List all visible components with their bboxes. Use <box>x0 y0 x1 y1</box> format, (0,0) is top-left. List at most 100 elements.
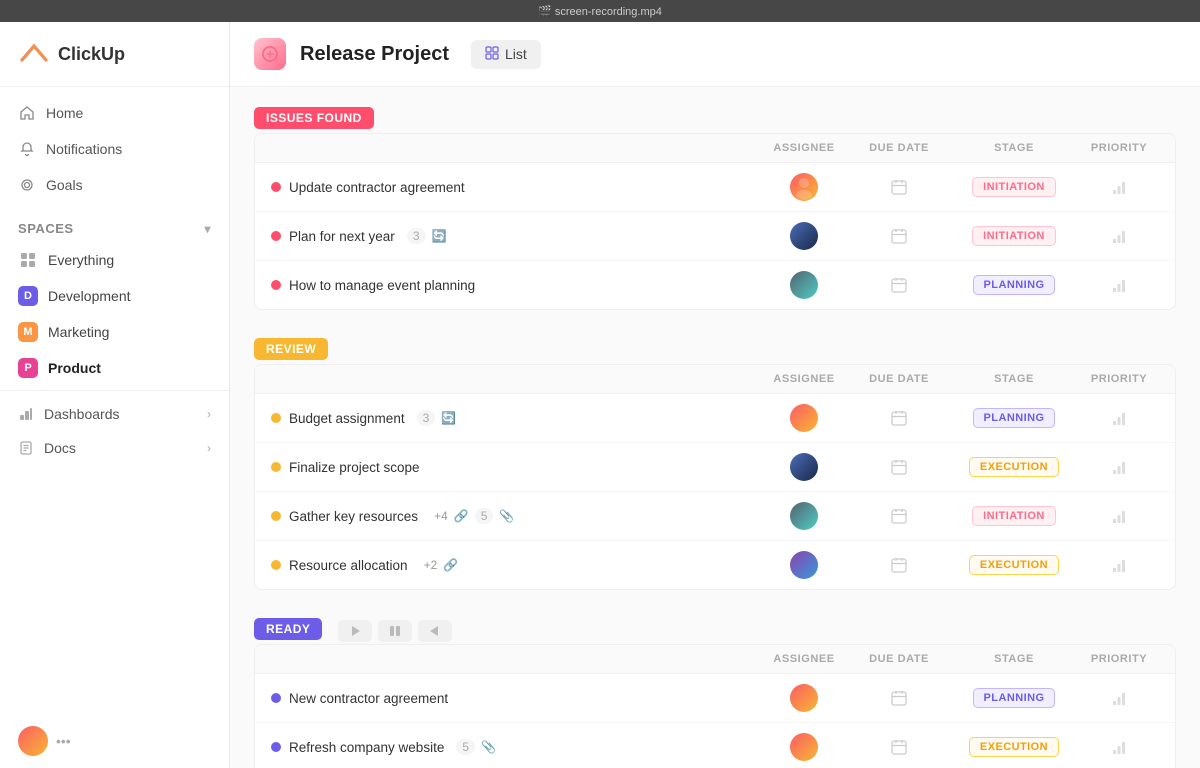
priority-icon <box>1111 410 1127 426</box>
duedate-cell[interactable] <box>849 556 949 574</box>
priority-cell[interactable] <box>1079 459 1159 475</box>
paperclip-icon: 📎 <box>481 740 496 754</box>
task-dot <box>271 182 281 192</box>
avatar <box>790 271 818 299</box>
spaces-label: Spaces <box>18 221 74 236</box>
task-dot <box>271 280 281 290</box>
sidebar: ClickUp Home Notifications Goals Spaces … <box>0 22 230 768</box>
duedate-cell[interactable] <box>849 276 949 294</box>
stage-badge: PLANNING <box>973 408 1056 428</box>
top-bar: 🎬 screen-recording.mp4 <box>0 0 1200 22</box>
development-label: Development <box>48 288 131 304</box>
task-extras: +4 🔗 5 📎 <box>430 508 514 524</box>
col-duedate-2: DUE DATE <box>849 373 949 385</box>
task-name[interactable]: How to manage event planning <box>289 278 475 293</box>
duedate-cell[interactable] <box>849 178 949 196</box>
dashboards-label: Dashboards <box>44 406 120 422</box>
table-row: Finalize project scope EXECUTION <box>255 443 1175 492</box>
sidebar-item-marketing[interactable]: M Marketing <box>0 314 229 350</box>
task-name[interactable]: Update contractor agreement <box>289 180 465 195</box>
sidebar-item-goals[interactable]: Goals <box>0 167 229 203</box>
toolbar-btn-2[interactable] <box>378 620 412 642</box>
stage-badge: PLANNING <box>973 275 1056 295</box>
calendar-icon <box>890 178 908 196</box>
task-dot <box>271 560 281 570</box>
toolbar-btn-1[interactable] <box>338 620 372 642</box>
avatar <box>790 502 818 530</box>
duedate-cell[interactable] <box>849 409 949 427</box>
ready-table-header: ASSIGNEE DUE DATE STAGE PRIORITY <box>255 645 1175 674</box>
priority-cell[interactable] <box>1079 277 1159 293</box>
task-name-cell: Update contractor agreement <box>271 180 759 195</box>
review-table: ASSIGNEE DUE DATE STAGE PRIORITY Budget … <box>254 364 1176 590</box>
avatar <box>790 173 818 201</box>
priority-cell[interactable] <box>1079 739 1159 755</box>
table-row: New contractor agreement PLANNING <box>255 674 1175 723</box>
assignee-cell <box>759 502 849 530</box>
spaces-list: Everything D Development M Marketing P P… <box>0 242 229 386</box>
task-name-cell: Refresh company website 5 📎 <box>271 739 759 755</box>
marketing-label: Marketing <box>48 324 109 340</box>
task-name[interactable]: Budget assignment <box>289 411 405 426</box>
avatar <box>790 733 818 761</box>
everything-icon <box>18 250 38 270</box>
stage-cell: EXECUTION <box>949 737 1079 757</box>
main-header: Release Project List <box>230 22 1200 87</box>
task-name-cell: Resource allocation +2 🔗 <box>271 558 759 573</box>
home-label: Home <box>46 105 83 121</box>
review-badge: REVIEW <box>254 338 328 360</box>
duedate-cell[interactable] <box>849 458 949 476</box>
priority-cell[interactable] <box>1079 557 1159 573</box>
priority-cell[interactable] <box>1079 508 1159 524</box>
col-priority-1: PRIORITY <box>1079 142 1159 154</box>
project-icon <box>254 38 286 70</box>
priority-cell[interactable] <box>1079 228 1159 244</box>
task-count: 3 <box>417 410 436 426</box>
sidebar-item-home[interactable]: Home <box>0 95 229 131</box>
sidebar-nav: Home Notifications Goals <box>0 87 229 211</box>
duedate-cell[interactable] <box>849 689 949 707</box>
priority-cell[interactable] <box>1079 410 1159 426</box>
priority-icon <box>1111 459 1127 475</box>
col-priority-2: PRIORITY <box>1079 373 1159 385</box>
calendar-icon <box>890 689 908 707</box>
task-name[interactable]: Resource allocation <box>289 558 408 573</box>
task-name[interactable]: Plan for next year <box>289 229 395 244</box>
everything-label: Everything <box>48 252 114 268</box>
col-task <box>271 142 759 154</box>
sidebar-item-notifications[interactable]: Notifications <box>0 131 229 167</box>
refresh-icon: 🔄 <box>432 229 447 243</box>
list-view-tab[interactable]: List <box>471 40 541 69</box>
home-icon <box>18 104 36 122</box>
issues-table: ASSIGNEE DUE DATE STAGE PRIORITY Update … <box>254 133 1176 310</box>
duedate-cell[interactable] <box>849 738 949 756</box>
toolbar-btn-3[interactable] <box>418 620 452 642</box>
duedate-cell[interactable] <box>849 507 949 525</box>
spaces-chevron-icon[interactable]: ▾ <box>204 222 211 236</box>
task-dot <box>271 413 281 423</box>
calendar-icon <box>890 409 908 427</box>
table-row: Gather key resources +4 🔗 5 📎 <box>255 492 1175 541</box>
priority-icon <box>1111 508 1127 524</box>
sidebar-item-product[interactable]: P Product <box>0 350 229 386</box>
sidebar-item-everything[interactable]: Everything <box>0 242 229 278</box>
assignee-cell <box>759 404 849 432</box>
duedate-cell[interactable] <box>849 227 949 245</box>
task-name-cell: Budget assignment 3 🔄 <box>271 410 759 426</box>
sidebar-item-docs[interactable]: Docs › <box>0 431 229 465</box>
task-name[interactable]: Refresh company website <box>289 740 444 755</box>
task-name[interactable]: Finalize project scope <box>289 460 420 475</box>
task-list-content: ISSUES FOUND ASSIGNEE DUE DATE STAGE PRI… <box>230 87 1200 768</box>
priority-cell[interactable] <box>1079 690 1159 706</box>
sidebar-item-development[interactable]: D Development <box>0 278 229 314</box>
col-stage-3: STAGE <box>949 653 1079 665</box>
main-content: Release Project List ISSUES FOUND <box>230 22 1200 768</box>
priority-icon <box>1111 690 1127 706</box>
task-name[interactable]: Gather key resources <box>289 509 418 524</box>
task-name[interactable]: New contractor agreement <box>289 691 448 706</box>
priority-cell[interactable] <box>1079 179 1159 195</box>
goals-icon <box>18 176 36 194</box>
sidebar-item-dashboards[interactable]: Dashboards › <box>0 397 229 431</box>
table-row: How to manage event planning PLANNING <box>255 261 1175 309</box>
ready-badge: READY <box>254 618 322 640</box>
